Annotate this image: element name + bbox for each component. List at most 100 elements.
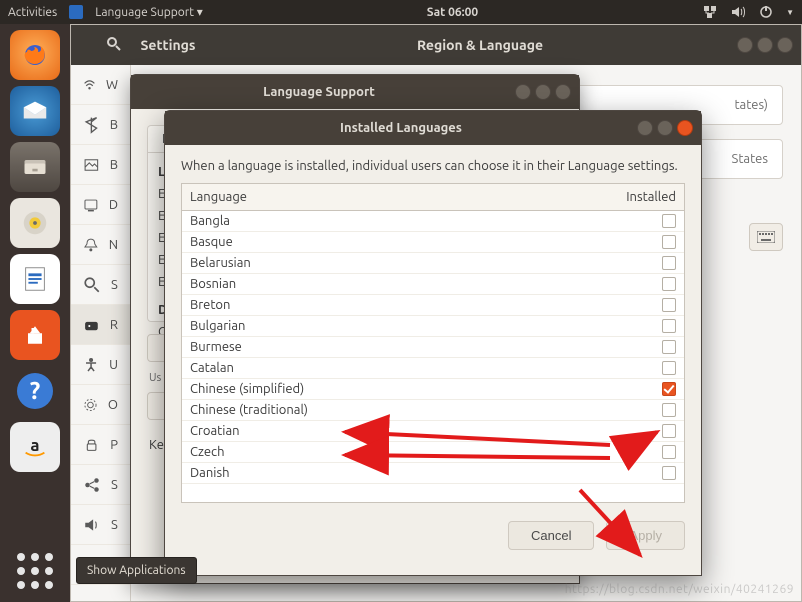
- language-row[interactable]: Czech: [182, 442, 684, 463]
- sidebar-item-label: N: [109, 238, 118, 252]
- close-button[interactable]: [777, 37, 793, 53]
- installed-checkbox[interactable]: [662, 298, 676, 312]
- language-name: Bulgarian: [190, 319, 662, 333]
- language-row[interactable]: Burmese: [182, 337, 684, 358]
- dialog-note: When a language is installed, individual…: [181, 159, 685, 173]
- language-row[interactable]: Bangla: [182, 211, 684, 232]
- sidebar-item-privacy[interactable]: P: [71, 425, 130, 465]
- ls-close-button[interactable]: [555, 84, 571, 100]
- language-row[interactable]: Croatian: [182, 421, 684, 442]
- language-name: Czech: [190, 445, 662, 459]
- settings-heading: Settings: [140, 37, 195, 53]
- search-button[interactable]: [106, 36, 122, 55]
- col-installed[interactable]: Installed: [626, 190, 676, 204]
- dropdown-caret-icon: ▼: [786, 8, 794, 17]
- dlg-close-button[interactable]: [677, 120, 693, 136]
- installed-checkbox[interactable]: [662, 340, 676, 354]
- language-row[interactable]: Catalan: [182, 358, 684, 379]
- sidebar-item-background[interactable]: B: [71, 145, 130, 185]
- apply-button[interactable]: Apply: [606, 521, 685, 550]
- dlg-minimize-button[interactable]: [637, 120, 653, 136]
- settings-titlebar: Settings Region & Language: [71, 25, 801, 65]
- sidebar-item-label: B: [110, 158, 118, 172]
- sidebar-item-online[interactable]: O: [71, 385, 130, 425]
- col-language[interactable]: Language: [190, 190, 626, 204]
- dock-software-icon[interactable]: [10, 310, 60, 360]
- maximize-button[interactable]: [757, 37, 773, 53]
- language-row[interactable]: Breton: [182, 295, 684, 316]
- language-row[interactable]: Belarusian: [182, 253, 684, 274]
- language-name: Basque: [190, 235, 662, 249]
- sidebar-item-universal[interactable]: U: [71, 345, 130, 385]
- installed-checkbox[interactable]: [662, 403, 676, 417]
- sidebar-item-label: S: [111, 478, 118, 492]
- dialog-title: Installed Languages: [165, 121, 637, 135]
- language-row[interactable]: Basque: [182, 232, 684, 253]
- language-name: Breton: [190, 298, 662, 312]
- language-support-titlebar: Language Support: [131, 75, 579, 109]
- panel-title: Region & Language: [231, 37, 729, 53]
- sidebar-item-sharing[interactable]: S: [71, 465, 130, 505]
- show-applications-tooltip: Show Applications: [76, 557, 197, 584]
- osk-button[interactable]: [749, 223, 783, 251]
- installed-checkbox[interactable]: [662, 382, 676, 396]
- ls-minimize-button[interactable]: [515, 84, 531, 100]
- cancel-button[interactable]: Cancel: [508, 521, 594, 550]
- sidebar-item-label: D: [109, 198, 118, 212]
- sidebar-item-bluetooth[interactable]: B: [71, 105, 130, 145]
- power-indicator-icon[interactable]: [758, 4, 774, 20]
- language-name: Chinese (traditional): [190, 403, 662, 417]
- dock-firefox-icon[interactable]: [10, 30, 60, 80]
- language-name: Catalan: [190, 361, 662, 375]
- sidebar-item-notifications[interactable]: N: [71, 225, 130, 265]
- sidebar-item-label: S: [111, 278, 118, 292]
- language-row[interactable]: Bulgarian: [182, 316, 684, 337]
- dlg-maximize-button[interactable]: [657, 120, 673, 136]
- installed-checkbox[interactable]: [662, 361, 676, 375]
- minimize-button[interactable]: [737, 37, 753, 53]
- sidebar-item-sound[interactable]: S: [71, 505, 130, 545]
- sidebar-item-dock[interactable]: D: [71, 185, 130, 225]
- installed-checkbox[interactable]: [662, 235, 676, 249]
- installed-checkbox[interactable]: [662, 445, 676, 459]
- sidebar-item-label: B: [110, 118, 118, 132]
- dock-libreoffice-writer-icon[interactable]: [10, 254, 60, 304]
- dock-files-icon[interactable]: [10, 142, 60, 192]
- installed-checkbox[interactable]: [662, 466, 676, 480]
- language-row[interactable]: Danish: [182, 463, 684, 484]
- installed-checkbox[interactable]: [662, 277, 676, 291]
- dock-amazon-icon[interactable]: a: [10, 422, 60, 472]
- language-name: Belarusian: [190, 256, 662, 270]
- language-list[interactable]: Bangla Basque Belarusian Bosnian Breton Bulga…: [182, 211, 684, 484]
- dock-thunderbird-icon[interactable]: [10, 86, 60, 136]
- sidebar-item-search[interactable]: S: [71, 265, 130, 305]
- installed-checkbox[interactable]: [662, 319, 676, 333]
- sidebar-item-region[interactable]: R: [71, 305, 130, 345]
- svg-text:?: ?: [30, 377, 41, 404]
- volume-indicator-icon[interactable]: [730, 4, 746, 20]
- dock-help-icon[interactable]: ?: [10, 366, 60, 416]
- sidebar-item-label: U: [109, 358, 118, 372]
- language-row[interactable]: Chinese (simplified): [182, 379, 684, 400]
- installed-checkbox[interactable]: [662, 424, 676, 438]
- dock-rhythmbox-icon[interactable]: [10, 198, 60, 248]
- app-menu-icon: [69, 5, 83, 19]
- language-name: Burmese: [190, 340, 662, 354]
- language-name: Croatian: [190, 424, 662, 438]
- language-row[interactable]: Bosnian: [182, 274, 684, 295]
- ls-maximize-button[interactable]: [535, 84, 551, 100]
- sidebar-item-wifi[interactable]: W: [71, 65, 130, 105]
- language-support-title: Language Support: [131, 85, 507, 99]
- clock[interactable]: Sat 06:00: [215, 6, 690, 19]
- dock: ? a: [0, 24, 70, 602]
- language-name: Danish: [190, 466, 662, 480]
- language-row[interactable]: Chinese (traditional): [182, 400, 684, 421]
- network-indicator-icon[interactable]: [702, 4, 718, 20]
- app-menu[interactable]: Language Support ▾: [95, 5, 203, 19]
- activities-button[interactable]: Activities: [8, 6, 57, 19]
- installed-checkbox[interactable]: [662, 256, 676, 270]
- installed-checkbox[interactable]: [662, 214, 676, 228]
- settings-sidebar: WBBDNSRUOPSSPower: [71, 65, 131, 601]
- sidebar-item-label: S: [111, 518, 118, 532]
- show-applications-button[interactable]: [10, 546, 60, 596]
